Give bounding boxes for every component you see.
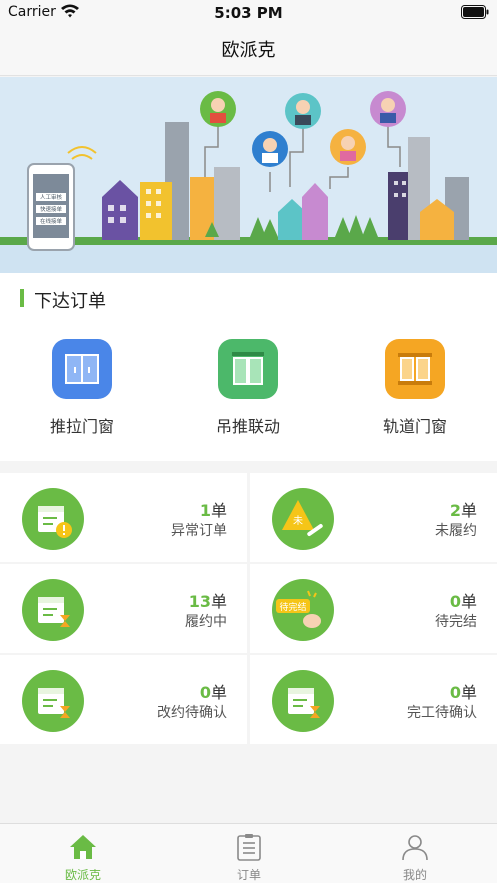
tab-label: 订单 (236, 868, 261, 882)
phone-screen-label: 在线接单 (40, 217, 63, 225)
order-type-label: 吊推联动 (215, 417, 280, 436)
stat-unfulfilled[interactable]: 未 2单 未履约 (250, 473, 497, 562)
phone-screen-label: 快速接单 (40, 205, 63, 213)
stat-label: 改约待确认 (157, 705, 227, 721)
stat-in-progress[interactable]: 13单 履约中 (0, 564, 247, 653)
stat-label: 履约中 (185, 614, 227, 630)
city-network-illustration: 人工审核快速接单在线接单 (0, 91, 497, 273)
order-section: 下达订单 推拉门窗 吊推联动 轨道门窗 (0, 273, 497, 461)
order-type-label: 推拉门窗 (49, 417, 114, 436)
pending-hand-icon: 待完结 (272, 579, 334, 641)
status-bar: Carrier 5:03 PM (0, 0, 497, 26)
unfulfilled-badge-text: 未 (293, 515, 303, 527)
nav-bar: 欧派克 (0, 26, 497, 76)
stat-reschedule-confirm[interactable]: 0单 改约待确认 (0, 655, 247, 744)
order-type-hanging[interactable]: 吊推联动 (178, 339, 318, 437)
track-window-icon (385, 339, 445, 399)
stat-label: 待完结 (435, 614, 477, 630)
sliding-door-icon (52, 339, 112, 399)
tab-orders[interactable]: 订单 (166, 824, 332, 883)
calendar-warning-icon (22, 488, 84, 550)
tab-label: 我的 (402, 868, 427, 882)
calendar-hourglass-icon (22, 579, 84, 641)
stat-count: 0单 (449, 592, 477, 611)
stat-label: 异常订单 (171, 523, 227, 539)
order-list-icon (237, 834, 261, 861)
order-type-sliding[interactable]: 推拉门窗 (12, 339, 152, 437)
calendar-hourglass-icon (272, 670, 334, 732)
tab-bar: 欧派克 订单 我的 (0, 823, 497, 883)
tab-label: 欧派克 (64, 868, 101, 882)
tab-profile[interactable]: 我的 (332, 824, 497, 883)
status-time: 5:03 PM (214, 4, 283, 22)
profile-icon (402, 835, 428, 861)
promo-banner[interactable]: 人工审核快速接单在线接单 (0, 77, 497, 273)
stat-count: 1单 (199, 501, 227, 520)
battery-icon (461, 5, 489, 19)
stat-completion-confirm[interactable]: 0单 完工待确认 (250, 655, 497, 744)
stat-pending-completion[interactable]: 待完结 0单 待完结 (250, 564, 497, 653)
order-type-track[interactable]: 轨道门窗 (345, 339, 485, 437)
stat-count: 0单 (199, 683, 227, 702)
pending-badge-text: 待完结 (279, 601, 306, 613)
stat-count: 0单 (449, 683, 477, 702)
stat-count: 13单 (188, 592, 227, 611)
page-title: 欧派克 (221, 40, 276, 61)
tab-home[interactable]: 欧派克 (0, 824, 166, 883)
section-title: 下达订单 (34, 291, 106, 312)
stat-label: 完工待确认 (407, 705, 477, 721)
order-type-label: 轨道门窗 (382, 417, 447, 436)
hanging-door-icon (218, 339, 278, 399)
stat-abnormal-orders[interactable]: 1单 异常订单 (0, 473, 247, 562)
order-stats-grid: 1单 异常订单 未 2单 未履约 13单 履约中 待完结 0单 待完结 0单 改… (0, 473, 497, 745)
stat-count: 2单 (449, 501, 477, 520)
phone-screen-label: 人工审核 (40, 193, 63, 201)
home-icon (70, 835, 96, 859)
calendar-hourglass-icon (22, 670, 84, 732)
section-accent-bar (20, 289, 24, 307)
unfulfilled-tool-icon: 未 (272, 488, 334, 550)
stat-label: 未履约 (435, 523, 477, 539)
